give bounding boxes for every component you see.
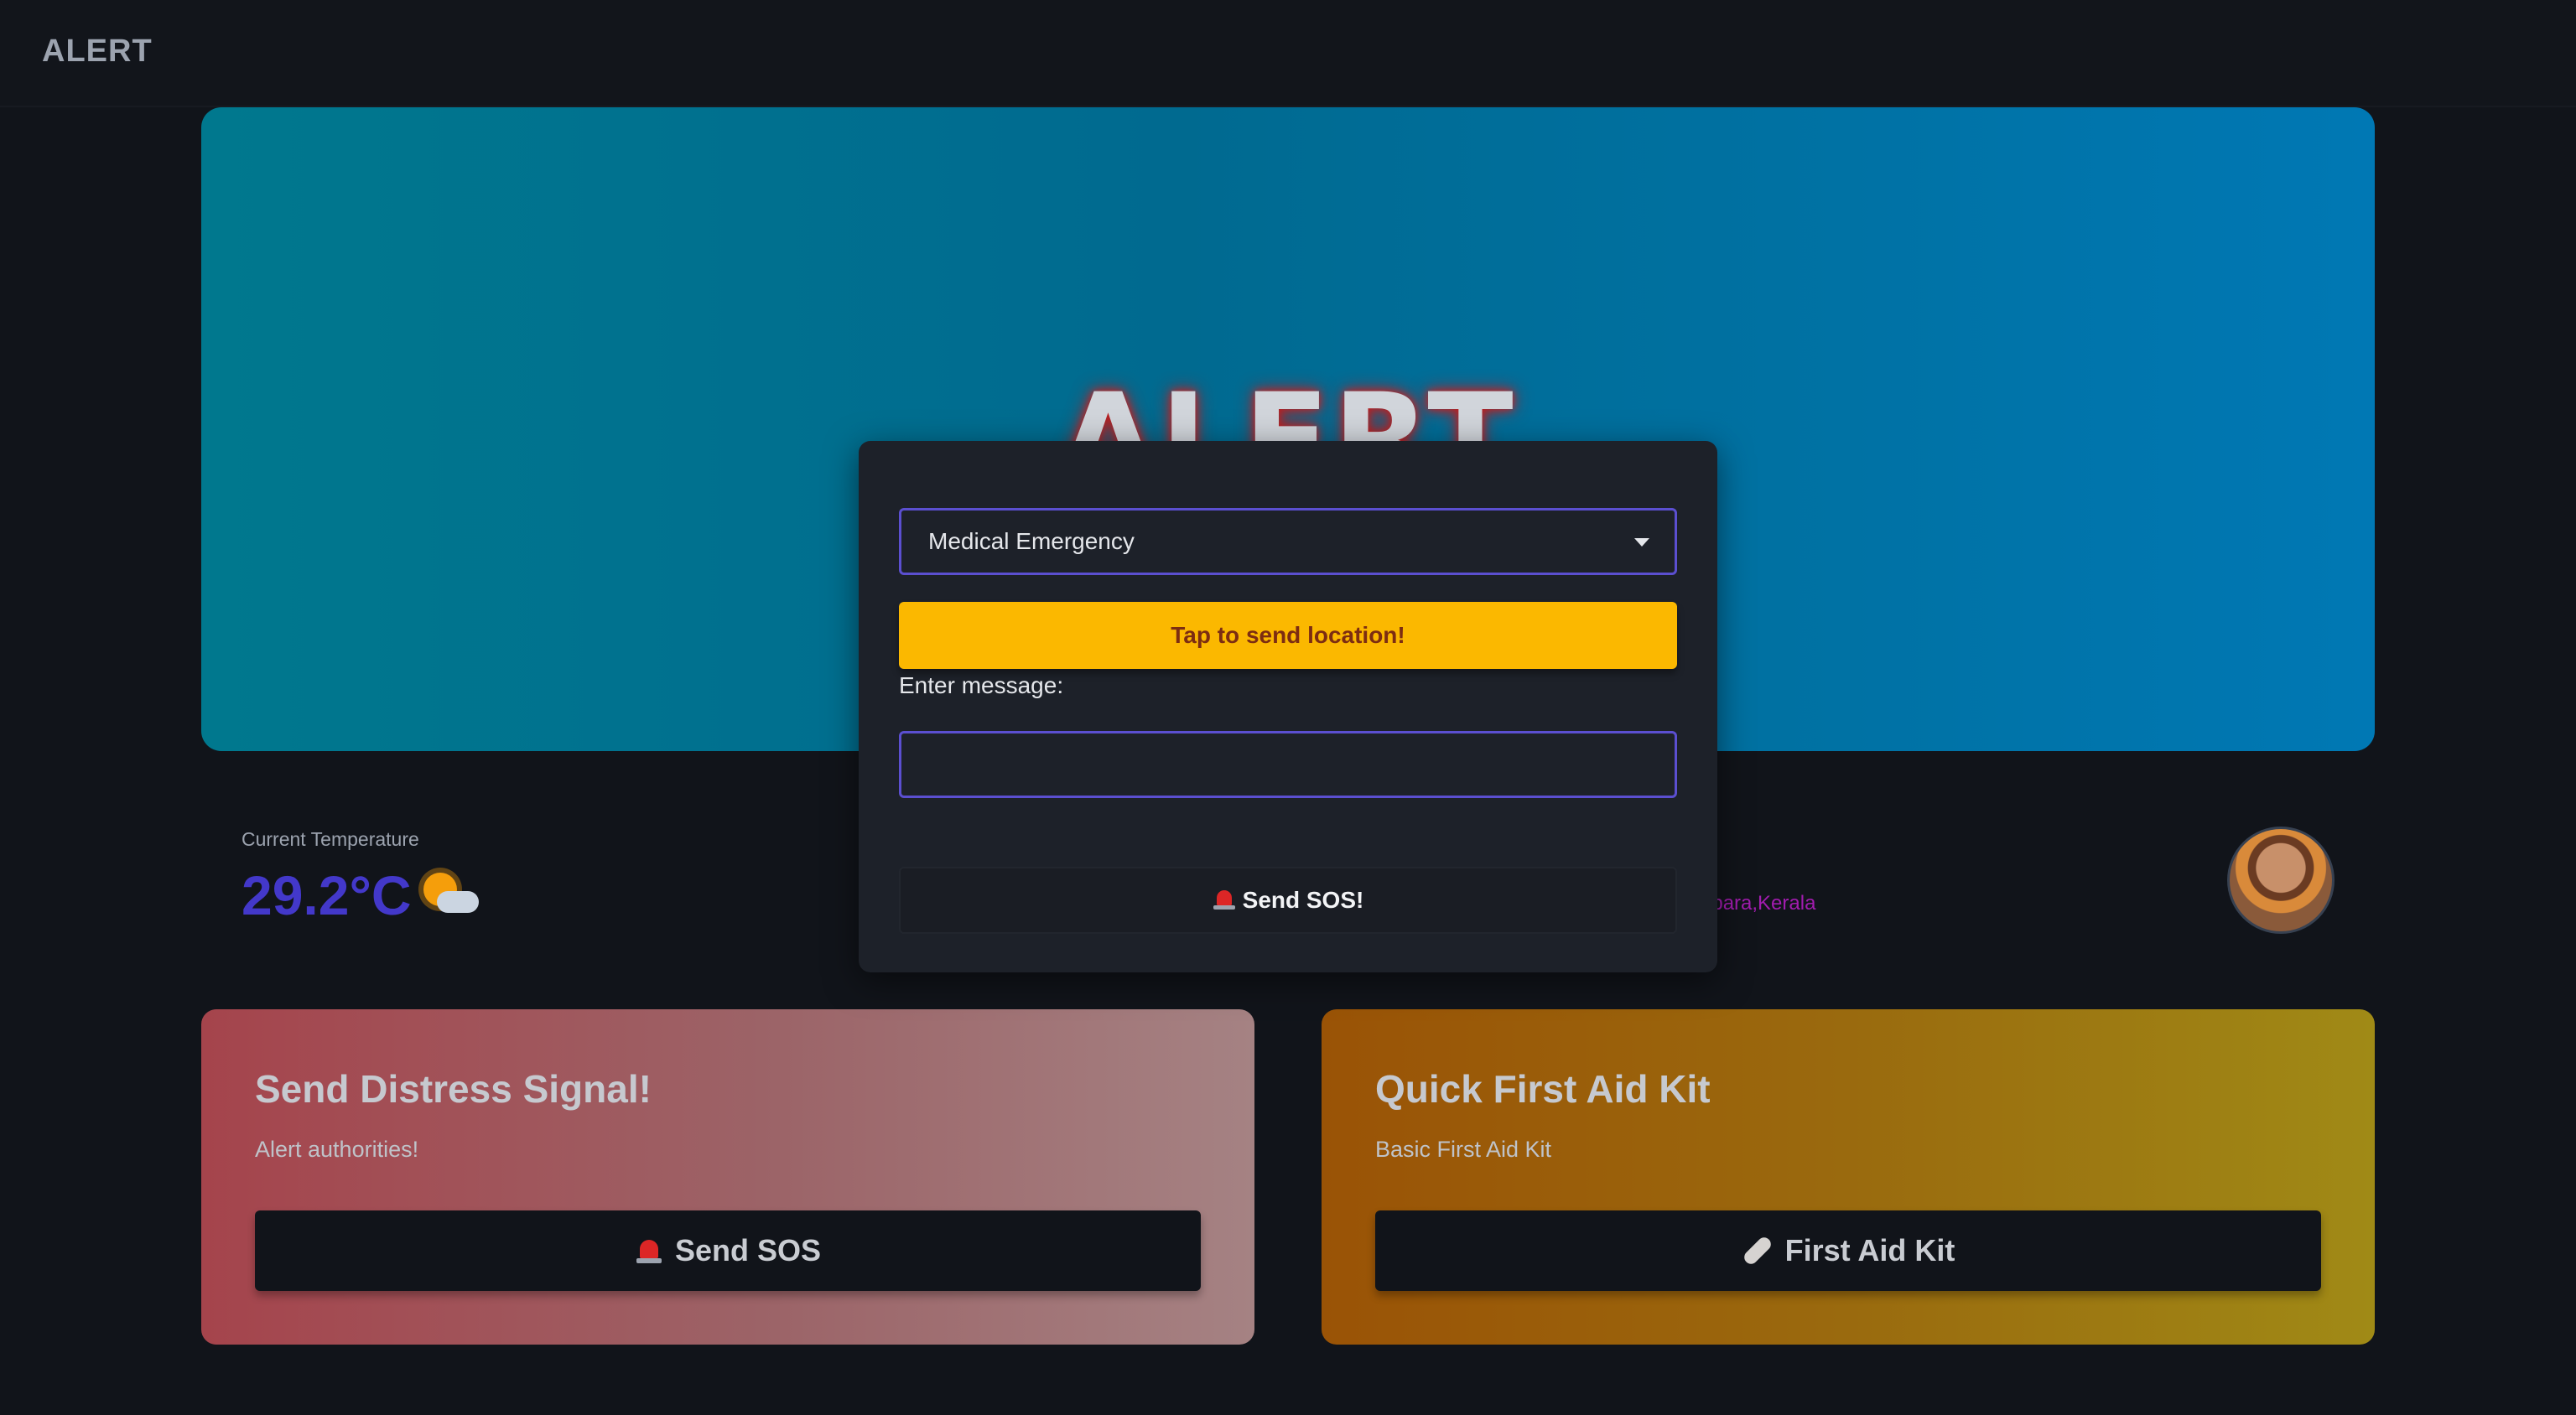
message-input[interactable] (899, 731, 1677, 798)
temperature-value: 29.2°C (242, 864, 412, 926)
bandage-icon (1741, 1234, 1774, 1267)
siren-icon (1213, 889, 1236, 912)
location-text: opara,Kerala (1701, 892, 1816, 915)
temperature-display: 29.2°C (242, 863, 482, 927)
send-sos-label: Send SOS (674, 1233, 822, 1267)
brand-logo[interactable]: ALERT (42, 34, 153, 70)
first-aid-card: Quick First Aid Kit Basic First Aid Kit … (1322, 1009, 2375, 1345)
send-sos-submit-label: Send SOS! (1242, 887, 1364, 913)
send-sos-submit-button[interactable]: Send SOS! (899, 867, 1677, 934)
message-label: Enter message: (899, 672, 1064, 698)
card-subtitle: Basic First Aid Kit (1375, 1137, 1552, 1162)
top-navbar: ALERT (0, 0, 2576, 107)
cloud-shape (436, 891, 479, 913)
distress-signal-card: Send Distress Signal! Alert authorities!… (201, 1009, 1254, 1345)
first-aid-kit-label: First Aid Kit (1784, 1233, 1955, 1267)
send-sos-button[interactable]: Send SOS (255, 1210, 1201, 1291)
sos-modal: Medical Emergency Tap to send location! … (859, 441, 1717, 972)
temperature-label: Current Temperature (242, 828, 419, 850)
siren-icon (635, 1236, 663, 1265)
emergency-type-select[interactable]: Medical Emergency (899, 508, 1677, 575)
card-subtitle: Alert authorities! (255, 1137, 419, 1162)
alert-app: ALERT ALERT Current Temperature 29.2°C o… (0, 0, 2576, 1415)
card-title: Send Distress Signal! (255, 1067, 652, 1111)
avatar[interactable] (2227, 827, 2334, 934)
send-location-button[interactable]: Tap to send location! (899, 602, 1677, 669)
sun-behind-cloud-icon (415, 866, 482, 925)
first-aid-kit-button[interactable]: First Aid Kit (1375, 1210, 2321, 1291)
emergency-type-value: Medical Emergency (928, 528, 1135, 554)
chevron-down-icon (1634, 538, 1649, 547)
card-title: Quick First Aid Kit (1375, 1067, 1711, 1111)
